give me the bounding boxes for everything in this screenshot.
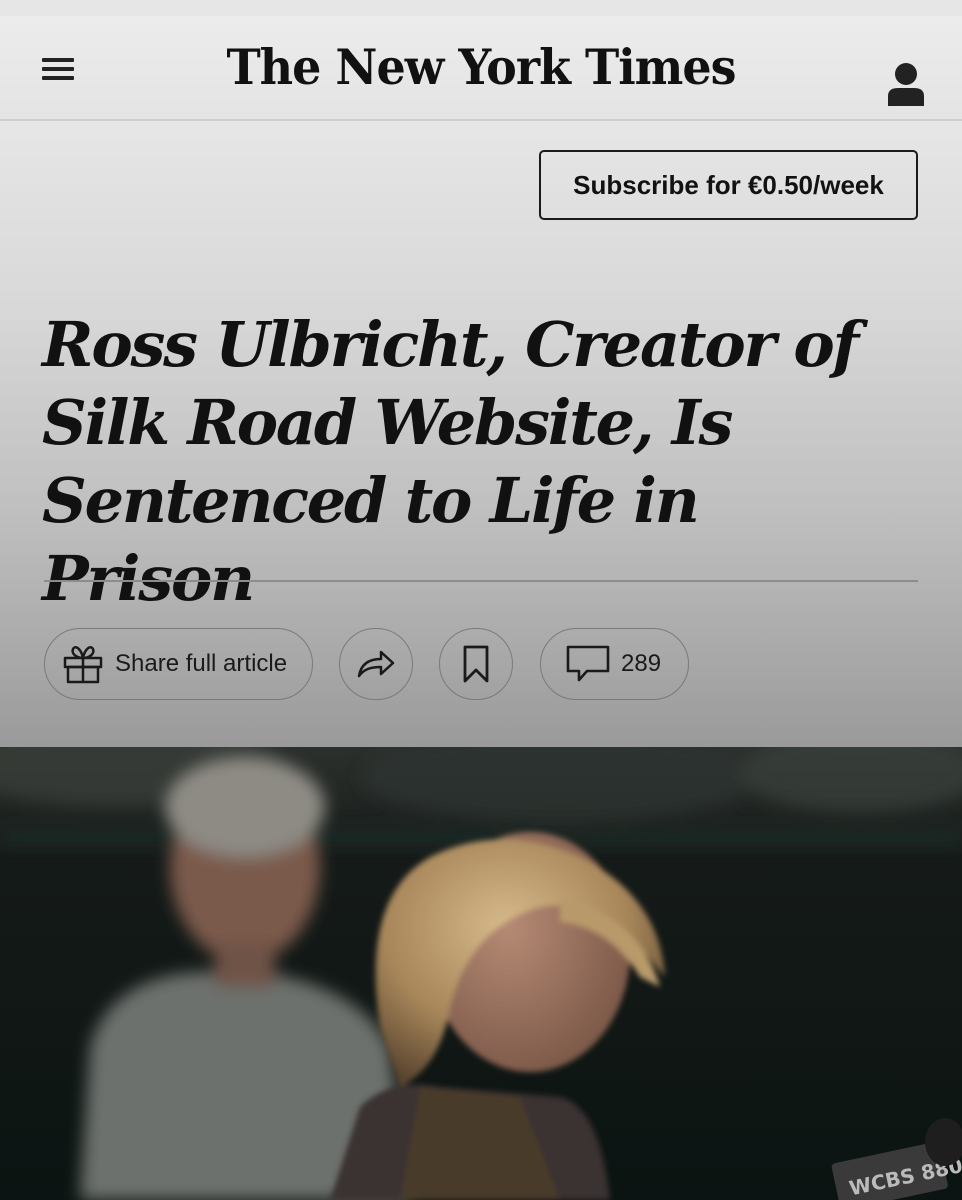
- save-button[interactable]: [439, 628, 513, 700]
- share-arrow-icon: [357, 650, 395, 678]
- article-headline: Ross Ulbricht, Creator of Silk Road Webs…: [42, 308, 859, 615]
- share-button[interactable]: [339, 628, 413, 700]
- account-user-icon[interactable]: [884, 60, 928, 108]
- article-page: The New York Times Subscribe for €0.50/w…: [0, 0, 962, 1200]
- gift-icon: [63, 646, 103, 684]
- status-strip: [0, 0, 962, 16]
- divider: [44, 580, 918, 582]
- bookmark-icon: [463, 645, 489, 683]
- article-photo[interactable]: WCBS 880: [0, 747, 962, 1200]
- masthead: The New York Times: [0, 16, 962, 121]
- subscribe-button[interactable]: Subscribe for €0.50/week: [539, 150, 918, 220]
- share-full-article-label: Share full article: [115, 650, 288, 677]
- share-full-article-button[interactable]: Share full article: [44, 628, 313, 700]
- nyt-logo[interactable]: The New York Times: [0, 39, 962, 96]
- comments-button[interactable]: 289: [540, 628, 689, 700]
- photo-image: WCBS 880: [0, 747, 962, 1200]
- comment-count: 289: [621, 650, 662, 677]
- comment-bubble-icon: [566, 645, 610, 682]
